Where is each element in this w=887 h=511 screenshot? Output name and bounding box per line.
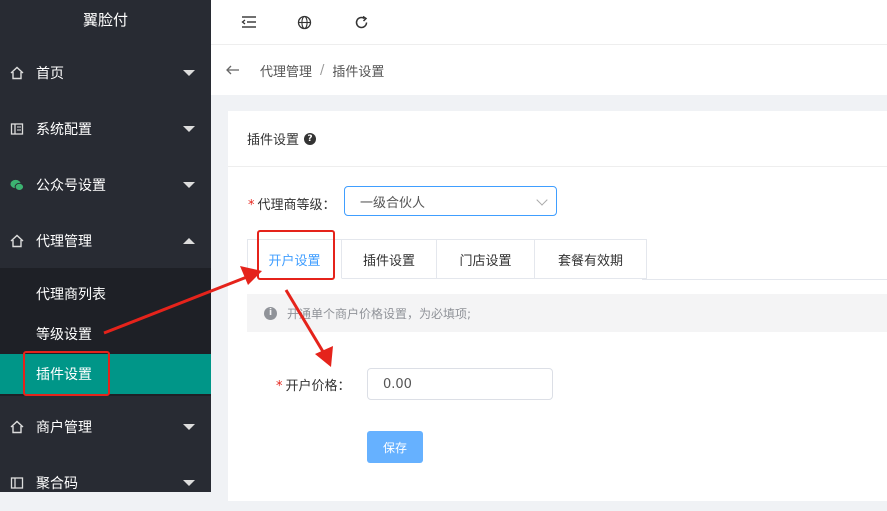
home-icon (10, 234, 24, 248)
price-input[interactable]: 0.00 (367, 368, 553, 400)
help-icon[interactable]: ? (304, 132, 317, 145)
sidebar-item-label: 首页 (36, 66, 64, 82)
sidebar-item-agent-management[interactable]: 代理管理 (0, 213, 211, 269)
page-title: 插件设置 (247, 133, 300, 148)
back-arrow-icon[interactable] (226, 65, 242, 75)
tab-label: 插件设置 (362, 253, 415, 269)
sidebar-item-wechat[interactable]: 公众号设置 (0, 157, 211, 213)
agent-level-label: * 代理商等级： (248, 194, 336, 213)
chevron-down-icon (536, 194, 548, 206)
notice-text: 开通单个商户价格设置，为必填项; (287, 306, 472, 321)
agent-level-select[interactable]: 一级合伙人 (344, 186, 557, 216)
annotation-box-plugin-settings (23, 351, 110, 396)
annotation-box-first-tab (257, 230, 335, 280)
sidebar-subitem-agent-list[interactable]: 代理商列表 (0, 274, 211, 314)
chevron-up-icon (183, 238, 195, 244)
refresh-icon[interactable] (350, 11, 372, 33)
app-title: 翼脸付 (82, 11, 128, 29)
chevron-down-icon (183, 424, 195, 430)
agent-level-label-text: 代理商等级： (257, 198, 336, 213)
card-header: 插件设置 ? (228, 111, 887, 167)
sidebar-item-merchant-management[interactable]: 商户管理 (0, 399, 211, 455)
config-icon (10, 122, 24, 136)
home-icon (10, 420, 24, 434)
sidebar-item-label: 聚合码 (36, 476, 78, 492)
sidebar-subitem-label: 等级设置 (36, 327, 92, 343)
home-icon (10, 66, 24, 80)
sidebar-subitem-label: 代理商列表 (36, 287, 106, 303)
sidebar-item-label: 代理管理 (36, 234, 92, 250)
price-label-text: 开户价格： (285, 379, 351, 394)
sidebar-item-system-config[interactable]: 系统配置 (0, 101, 211, 157)
tab-label: 套餐有效期 (557, 253, 623, 269)
breadcrumb-item-current: 插件设置 (332, 64, 385, 80)
plugin-settings-card: 插件设置 ? * 代理商等级： 一级合伙人 开户设置 插件设置 门店设置 套餐有效… (228, 111, 887, 501)
wechat-icon (10, 178, 24, 192)
chevron-down-icon (183, 70, 195, 76)
breadcrumb-item[interactable]: 代理管理 (260, 61, 312, 80)
collapse-menu-icon[interactable] (238, 11, 260, 33)
tabs-divider (642, 279, 887, 280)
chevron-down-icon (183, 480, 195, 486)
price-label: * 开户价格： (276, 375, 351, 394)
sidebar-item-label: 商户管理 (36, 420, 92, 436)
info-icon: i (264, 306, 277, 320)
sidebar-item-home[interactable]: 首页 (0, 45, 211, 101)
globe-icon[interactable] (293, 11, 315, 33)
required-mark: * (248, 198, 255, 213)
agent-level-value: 一级合伙人 (360, 195, 426, 211)
breadcrumb-separator: / (320, 62, 325, 78)
config-icon (10, 476, 24, 490)
chevron-down-icon (183, 182, 195, 188)
tab-package-validity[interactable]: 套餐有效期 (535, 239, 647, 279)
breadcrumb: 代理管理 / 插件设置 (211, 45, 887, 95)
sidebar-item-label: 公众号设置 (36, 178, 106, 194)
tab-store-settings[interactable]: 门店设置 (437, 239, 535, 279)
save-button[interactable]: 保存 (367, 431, 423, 463)
required-mark: * (276, 379, 283, 394)
sidebar: 翼脸付 首页 系统配置 公众号设置 代理管理 代理商列表 等级设置 插件设置 商… (0, 0, 211, 492)
info-notice: i 开通单个商户价格设置，为必填项; (247, 294, 887, 332)
price-value: 0.00 (383, 376, 412, 392)
sidebar-item-aggregate-code[interactable]: 聚合码 (0, 455, 211, 511)
tab-plugin-settings[interactable]: 插件设置 (342, 239, 437, 279)
chevron-down-icon (183, 126, 195, 132)
sidebar-subitem-level-settings[interactable]: 等级设置 (0, 314, 211, 354)
tab-label: 门店设置 (459, 253, 512, 269)
top-bar (211, 0, 887, 45)
sidebar-item-label: 系统配置 (36, 122, 92, 138)
